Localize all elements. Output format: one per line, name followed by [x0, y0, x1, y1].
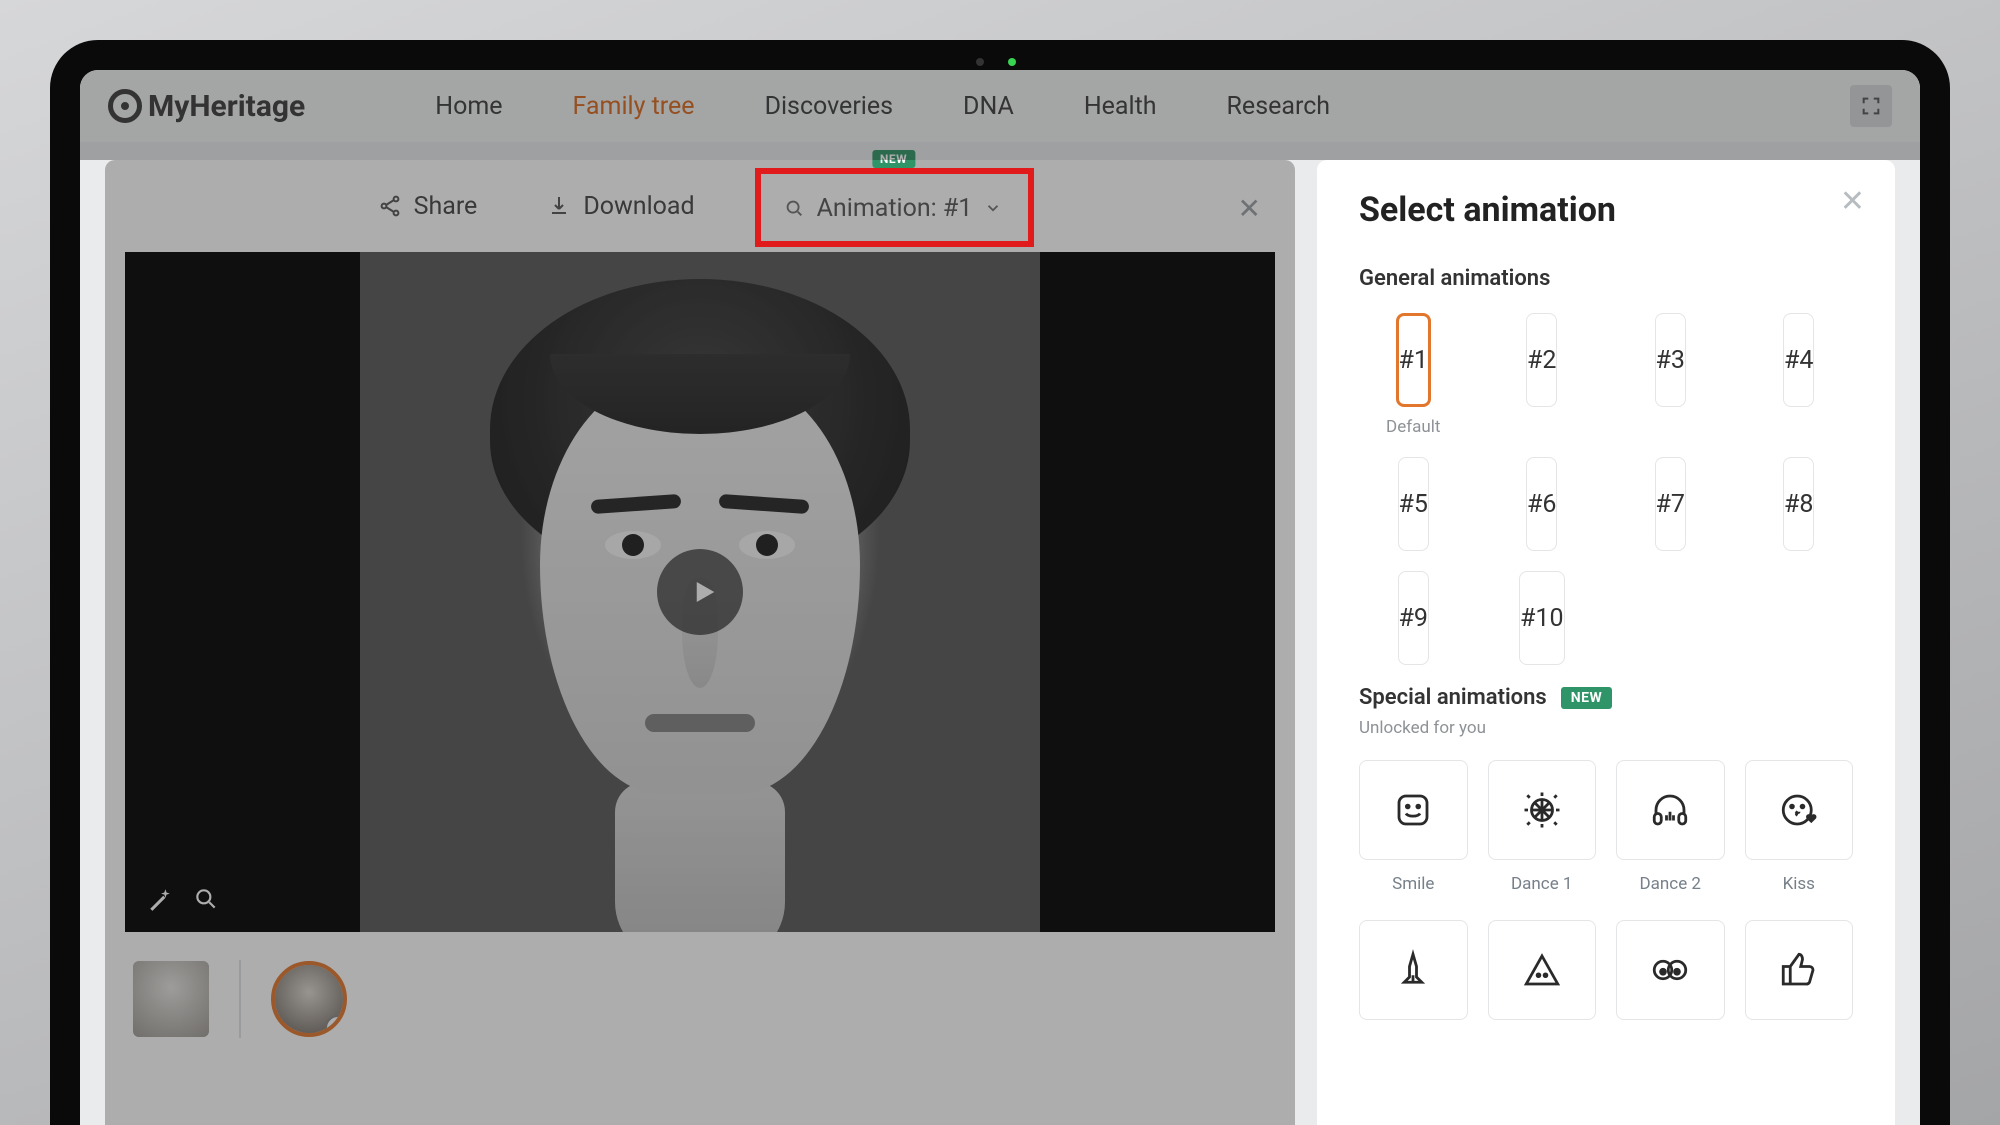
animation-option-2[interactable]: #2	[1526, 313, 1557, 407]
media-viewer	[125, 252, 1275, 932]
special-warn[interactable]	[1488, 920, 1597, 1020]
media-panel: Share Download NEW Animation: #1 ✕	[105, 160, 1295, 1125]
top-nav: MyHeritage Home Family tree Discoveries …	[80, 70, 1920, 142]
thumb-divider	[239, 960, 241, 1038]
nav-links: Home Family tree Discoveries DNA Health …	[435, 92, 1330, 121]
content-row: Share Download NEW Animation: #1 ✕	[105, 160, 1895, 1125]
animation-option-8[interactable]: #8	[1783, 457, 1814, 551]
special-dance2[interactable]	[1616, 760, 1725, 860]
unlocked-caption: Unlocked for you	[1359, 718, 1853, 738]
smile-icon	[1392, 789, 1434, 831]
special-smile-label: Smile	[1392, 874, 1434, 894]
special-smile[interactable]	[1359, 760, 1468, 860]
general-section-title: General animations	[1359, 266, 1853, 291]
animation-panel: ✕ Select animation General animations #1…	[1317, 160, 1895, 1125]
nav-discoveries[interactable]: Discoveries	[765, 92, 893, 121]
kiss-icon	[1778, 789, 1820, 831]
special-new-badge: NEW	[1561, 687, 1613, 709]
nav-dna[interactable]: DNA	[963, 92, 1014, 121]
brand-logo[interactable]: MyHeritage	[108, 89, 305, 124]
tutorial-highlight	[755, 168, 1035, 247]
pray-icon	[1392, 949, 1434, 991]
special-thumbs[interactable]	[1745, 920, 1854, 1020]
animation-option-3[interactable]: #3	[1655, 313, 1686, 407]
device-frame: MyHeritage Home Family tree Discoveries …	[50, 40, 1950, 1125]
animation-dropdown[interactable]: NEW Animation: #1	[765, 172, 1023, 241]
download-button[interactable]: Download	[547, 192, 694, 221]
triangle-face-icon	[1521, 949, 1563, 991]
thumbnail-face-selected[interactable]	[271, 961, 347, 1037]
nav-family-tree[interactable]: Family tree	[573, 92, 695, 121]
animation-option-4[interactable]: #4	[1783, 313, 1814, 407]
animation-option-6[interactable]: #6	[1526, 457, 1557, 551]
special-pray[interactable]	[1359, 920, 1468, 1020]
special-dance1-label: Dance 1	[1511, 874, 1572, 894]
panel-title: Select animation	[1359, 190, 1853, 230]
special-section-header: Special animations NEW	[1359, 685, 1853, 710]
animation-option-5[interactable]: #5	[1398, 457, 1429, 551]
special-grid-row2	[1359, 920, 1853, 1020]
animation-option-1[interactable]: #1	[1396, 313, 1431, 407]
thumbnail-play-icon	[325, 1015, 347, 1037]
magic-wand-icon[interactable]	[147, 886, 173, 912]
special-dance1[interactable]	[1488, 760, 1597, 860]
download-label: Download	[583, 192, 694, 221]
nav-health[interactable]: Health	[1084, 92, 1157, 121]
camera-led-icon	[1008, 58, 1016, 66]
thumbs-up-icon	[1778, 949, 1820, 991]
media-toolbar: Share Download NEW Animation: #1 ✕	[105, 160, 1295, 252]
nav-home[interactable]: Home	[435, 92, 502, 121]
eyes-icon	[1649, 949, 1691, 991]
animation-option-10[interactable]: #10	[1519, 571, 1565, 665]
viewer-tools	[147, 886, 219, 912]
special-dance2-label: Dance 2	[1640, 874, 1701, 894]
play-button[interactable]	[657, 549, 743, 635]
special-kiss-label: Kiss	[1783, 874, 1815, 894]
general-grid: #1 Default #2 #3 #4 #5 #6 #7 #8 #9 #10	[1359, 313, 1853, 665]
screen: MyHeritage Home Family tree Discoveries …	[80, 70, 1920, 1125]
brand-name: MyHeritage	[148, 89, 305, 124]
animation-option-7[interactable]: #7	[1655, 457, 1686, 551]
thumbnail-original[interactable]	[133, 961, 209, 1037]
special-grid-row1: Smile Dance 1 Dance 2	[1359, 760, 1853, 894]
special-kiss[interactable]	[1745, 760, 1854, 860]
share-button[interactable]: Share	[378, 192, 478, 221]
thumbnail-strip	[105, 932, 1295, 1038]
close-panel-button[interactable]: ✕	[1840, 184, 1865, 219]
disco-icon	[1521, 789, 1563, 831]
new-badge: NEW	[872, 150, 915, 168]
default-caption: Default	[1386, 417, 1440, 437]
camera-lens-icon	[976, 58, 984, 66]
zoom-icon[interactable]	[193, 886, 219, 912]
special-section-title: Special animations	[1359, 685, 1547, 710]
close-media-button[interactable]: ✕	[1238, 192, 1261, 225]
logo-icon	[108, 89, 142, 123]
special-eyes[interactable]	[1616, 920, 1725, 1020]
share-label: Share	[414, 192, 478, 221]
fullscreen-button[interactable]	[1850, 85, 1892, 127]
headphones-icon	[1649, 789, 1691, 831]
nav-research[interactable]: Research	[1227, 92, 1331, 121]
animation-option-9[interactable]: #9	[1398, 571, 1429, 665]
